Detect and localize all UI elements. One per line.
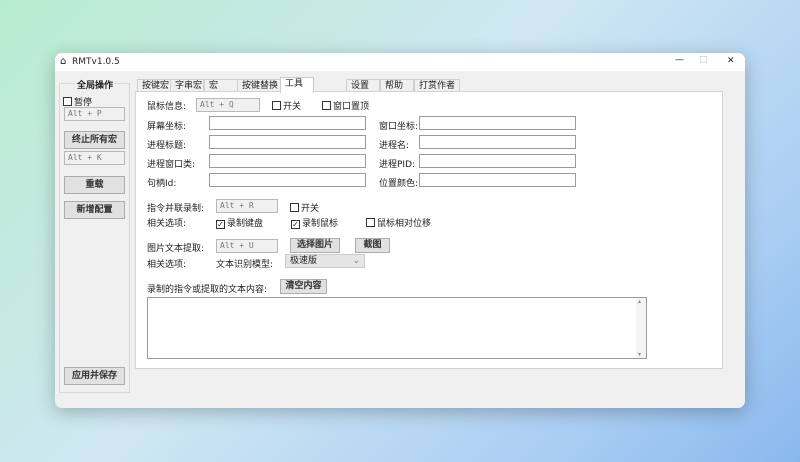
screen-coord-field[interactable] (209, 116, 366, 130)
topmost-label: 窗口置顶 (333, 102, 370, 112)
checkbox-icon (322, 101, 331, 110)
output-textarea[interactable]: ▴ ▾ (147, 297, 647, 359)
proc-pid-label: 进程PID: (379, 160, 416, 170)
proc-title-label: 进程标题: (147, 141, 187, 151)
app-window: ⌂ RMTv1.0.5 — □ ✕ 全局操作 暂停 Alt + P 终止所有宏 … (55, 53, 745, 408)
close-button[interactable]: ✕ (727, 56, 735, 66)
record-switch-label: 开关 (301, 204, 320, 214)
checkmark-icon: ✓ (216, 220, 225, 229)
title-bar: ⌂ RMTv1.0.5 — □ ✕ (55, 53, 745, 71)
stop-all-button[interactable]: 终止所有宏 (64, 131, 125, 149)
record-mouse-checkbox[interactable]: ✓ 录制鼠标 (291, 216, 338, 229)
ocr-model-label: 文本识别模型: (216, 260, 274, 270)
output-label: 录制的指令或提取的文本内容: (147, 285, 268, 295)
tab-tools[interactable]: 工具 (280, 77, 314, 93)
proc-name-field[interactable] (419, 135, 576, 149)
rec-mouse-label: 录制鼠标 (302, 219, 339, 229)
ocr-model-select[interactable]: 极速版 ⌄ (285, 254, 365, 268)
ocr-model-value: 极速版 (290, 256, 318, 266)
rel-move-label: 鼠标相对位移 (377, 219, 432, 229)
ocr-hotkey[interactable]: Alt + U (216, 239, 278, 253)
add-config-button[interactable]: 新增配置 (64, 201, 125, 219)
checkbox-icon (272, 101, 281, 110)
window-coord-field[interactable] (419, 116, 576, 130)
scroll-down-icon[interactable]: ▾ (638, 351, 641, 358)
scrollbar[interactable]: ▴ ▾ (636, 298, 646, 358)
checkbox-icon (63, 97, 72, 106)
options-label: 相关选项: (147, 219, 187, 229)
group-title: 全局操作 (75, 78, 116, 91)
proc-title-field[interactable] (209, 135, 366, 149)
mouse-info-hotkey[interactable]: Alt + Q (196, 98, 260, 112)
record-label: 指令并联录制: (147, 204, 205, 214)
proc-class-field[interactable] (209, 154, 366, 168)
reload-button[interactable]: 重载 (64, 176, 125, 194)
checkbox-icon (290, 203, 299, 212)
minimize-button[interactable]: — (675, 55, 684, 65)
proc-name-label: 进程名: (379, 141, 410, 151)
pause-hotkey-input[interactable]: Alt + P (64, 107, 125, 121)
rec-keyboard-label: 录制键盘 (227, 219, 264, 229)
global-ops-group (59, 83, 130, 393)
scroll-up-icon[interactable]: ▴ (638, 298, 641, 305)
window-coord-label: 窗口坐标: (379, 122, 419, 132)
proc-pid-field[interactable] (419, 154, 576, 168)
topmost-checkbox[interactable]: 窗口置顶 (322, 99, 369, 112)
mouse-info-switch[interactable]: 开关 (272, 99, 301, 112)
mouse-info-label: 鼠标信息: (147, 102, 187, 112)
pos-color-label: 位置颜色: (379, 179, 419, 189)
switch-label: 开关 (283, 102, 302, 112)
chevron-down-icon: ⌄ (352, 256, 360, 266)
apply-save-button[interactable]: 应用并保存 (64, 367, 125, 385)
screenshot-button[interactable]: 截图 (355, 238, 390, 253)
handle-id-field[interactable] (209, 173, 366, 187)
handle-id-label: 句柄Id: (147, 179, 177, 189)
pos-color-field[interactable] (419, 173, 576, 187)
relative-move-checkbox[interactable]: 鼠标相对位移 (366, 216, 431, 229)
record-keyboard-checkbox[interactable]: ✓ 录制键盘 (216, 216, 263, 229)
checkmark-icon: ✓ (291, 220, 300, 229)
window-title: RMTv1.0.5 (72, 57, 120, 67)
record-hotkey[interactable]: Alt + R (216, 199, 278, 213)
options-label-2: 相关选项: (147, 260, 187, 270)
ocr-label: 图片文本提取: (147, 244, 205, 254)
stop-hotkey-input[interactable]: Alt + K (64, 151, 125, 165)
app-icon: ⌂ (60, 56, 67, 67)
record-switch[interactable]: 开关 (290, 201, 319, 214)
clear-button[interactable]: 清空内容 (280, 279, 327, 294)
choose-image-button[interactable]: 选择图片 (290, 238, 340, 253)
checkbox-icon (366, 218, 375, 227)
proc-class-label: 进程窗口类: (147, 160, 196, 170)
screen-coord-label: 屏幕坐标: (147, 122, 187, 132)
maximize-button[interactable]: □ (699, 55, 708, 65)
